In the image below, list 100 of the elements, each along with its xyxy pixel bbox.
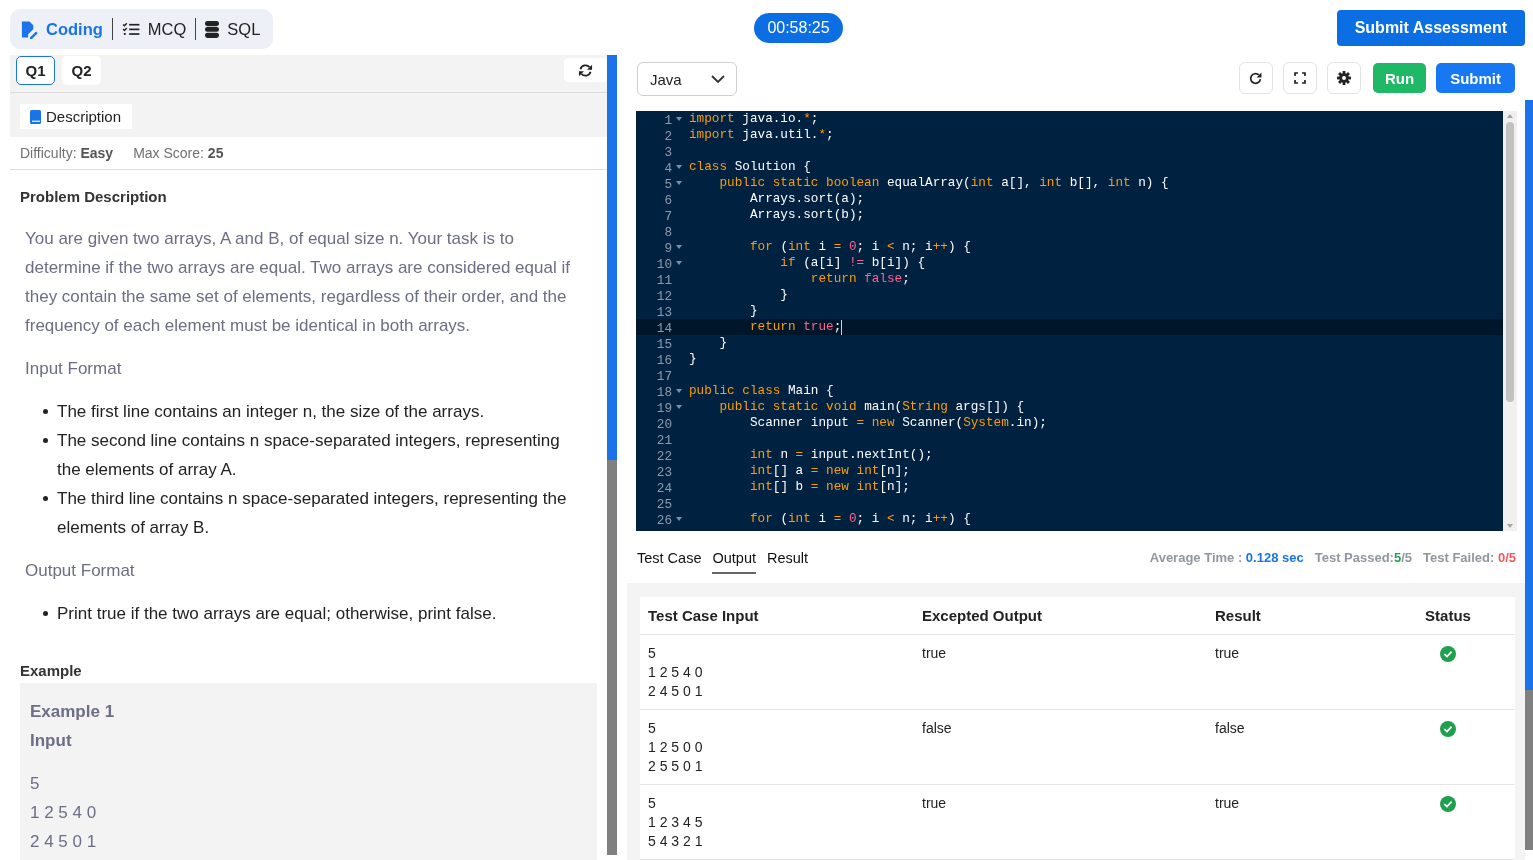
code-line: import java.io.*; (689, 111, 819, 127)
table-cell-text: 5 1 2 5 4 0 2 4 5 0 1 (647, 644, 703, 701)
scrollbar[interactable] (1503, 111, 1517, 531)
code-line: Arrays.sort(a); (748, 191, 865, 207)
description-tab[interactable]: Description (20, 104, 133, 129)
code-line: return false; (809, 271, 910, 287)
meta-text: Difficulty: Easy (20, 145, 114, 161)
mode-tab[interactable]: Coding (20, 19, 103, 39)
code-line: int[] b = new int[n]; (748, 479, 910, 495)
line-number: 25 (656, 496, 672, 512)
code-line: Arrays.sort(b); (748, 207, 865, 223)
format-heading: Input Format (24, 358, 123, 380)
example-label: Input (30, 730, 73, 752)
code-line: for (int i = 0; i < n; i++) { (748, 239, 971, 255)
stat-text: Test Failed: 0/5 (1423, 549, 1516, 567)
line-number: 18 (656, 384, 672, 400)
example-title: Example 1 (30, 701, 116, 723)
database-icon (205, 20, 220, 38)
settings-button[interactable] (1327, 62, 1361, 94)
line-number: 6 (664, 192, 672, 208)
question-tab[interactable]: Q2 (62, 56, 101, 85)
code-line: return true; (748, 319, 842, 335)
fold-caret-icon[interactable] (676, 405, 682, 409)
line-number: 20 (656, 416, 672, 432)
column-header: Test Case Input (647, 607, 760, 624)
scrollbar-thumb[interactable] (1525, 100, 1533, 690)
line-number: 9 (664, 240, 672, 256)
table-cell-text: 5 1 2 3 4 5 5 4 3 2 1 (647, 794, 703, 851)
text-cursor (841, 319, 843, 335)
fullscreen-button[interactable] (1283, 62, 1317, 94)
code-line: public static void main(String args[]) { (718, 399, 1025, 415)
column-header: Result (1214, 607, 1262, 624)
code-line: } (718, 335, 728, 351)
code-editor[interactable] (636, 111, 1517, 531)
reload-button[interactable] (564, 58, 607, 82)
checklist-icon (121, 22, 140, 36)
line-number: 15 (656, 336, 672, 352)
example-line: 2 4 5 0 1 (30, 831, 98, 853)
table-cell-text: true (921, 644, 947, 663)
submit-button[interactable]: Submit (1436, 63, 1515, 93)
code-line: if (a[i] != b[i]) { (779, 255, 926, 271)
bullet-icon (43, 496, 48, 501)
submit-assessment-button[interactable]: Submit Assessment (1336, 10, 1525, 46)
line-number: 3 (664, 144, 672, 160)
code-line: Scanner input = new Scanner(System.in); (748, 415, 1047, 431)
refresh-icon (1249, 71, 1263, 85)
countdown-timer: 00:58:25 (754, 13, 843, 43)
line-number: 21 (656, 432, 672, 448)
line-number: 10 (656, 256, 672, 272)
code-line: for (int i = 0; i < n; i++) { (748, 511, 971, 527)
stat-text: Average Time : 0.128 sec (1149, 549, 1304, 567)
line-number: 13 (656, 304, 672, 320)
list-item-text: Print true if the two arrays are equal; otherwise, print false. (57, 603, 497, 625)
bullet-icon (43, 409, 48, 414)
list-item-text: The second line contains n space-separated integers, representing the elements of array A. (57, 430, 561, 481)
code-line: int n = input.nextInt(); (748, 447, 933, 463)
result-tab[interactable]: Result (767, 548, 809, 574)
mode-tab[interactable]: SQL (205, 19, 261, 39)
meta-text: Max Score: 25 (133, 145, 224, 161)
section-heading: Example (20, 661, 83, 681)
line-number: 1 (664, 112, 672, 128)
line-number: 11 (656, 272, 672, 288)
fold-caret-icon[interactable] (676, 261, 682, 265)
code-line: int[] a = new int[n]; (748, 463, 910, 479)
line-number: 23 (656, 464, 672, 480)
column-header: Status (1424, 607, 1472, 624)
line-number: 24 (656, 480, 672, 496)
line-number: 16 (656, 352, 672, 368)
fullscreen-icon (1294, 72, 1306, 84)
fold-caret-icon[interactable] (676, 517, 682, 521)
problem-statement: You are given two arrays, A and B, of equal size n. Your task is to determine if the two arrays are equal. Two arrays are considered equal if they contain the same set of elements, regardless of their order, and the frequency of each element must be identical in both arrays. (24, 228, 571, 337)
question-tab[interactable]: Q1 (16, 56, 55, 85)
code-line: public class Main { (689, 383, 834, 399)
scrollbar[interactable] (1525, 100, 1533, 850)
stat-text: Test Passed:5/5 (1314, 549, 1413, 567)
sync-icon (578, 62, 593, 78)
line-number: 7 (664, 208, 672, 224)
scrollbar[interactable] (607, 55, 617, 855)
table-cell-text: true (1214, 794, 1240, 813)
fold-caret-icon[interactable] (676, 117, 682, 121)
result-tab[interactable]: Test Case (637, 548, 702, 574)
fold-caret-icon[interactable] (676, 165, 682, 169)
example-line: 5 (30, 773, 41, 795)
book-icon (30, 109, 41, 124)
fold-caret-icon[interactable] (676, 245, 682, 249)
table-cell-text: 5 1 2 5 0 0 2 5 5 0 1 (647, 719, 703, 776)
bullet-icon (43, 611, 48, 616)
reset-button[interactable] (1239, 62, 1273, 94)
line-number: 2 (664, 128, 672, 144)
result-tab[interactable]: Output (712, 548, 756, 574)
table-cell-text: true (1214, 644, 1240, 663)
scrollbar-thumb[interactable] (607, 55, 617, 460)
language-select[interactable]: Java (637, 62, 737, 96)
document-pen-icon (20, 19, 38, 39)
fold-caret-icon[interactable] (676, 181, 682, 185)
table-cell-text: true (921, 794, 947, 813)
code-line: } (689, 351, 697, 367)
mode-tab[interactable]: MCQ (121, 19, 187, 39)
settings-icon (1337, 71, 1351, 85)
fold-caret-icon[interactable] (676, 389, 682, 393)
